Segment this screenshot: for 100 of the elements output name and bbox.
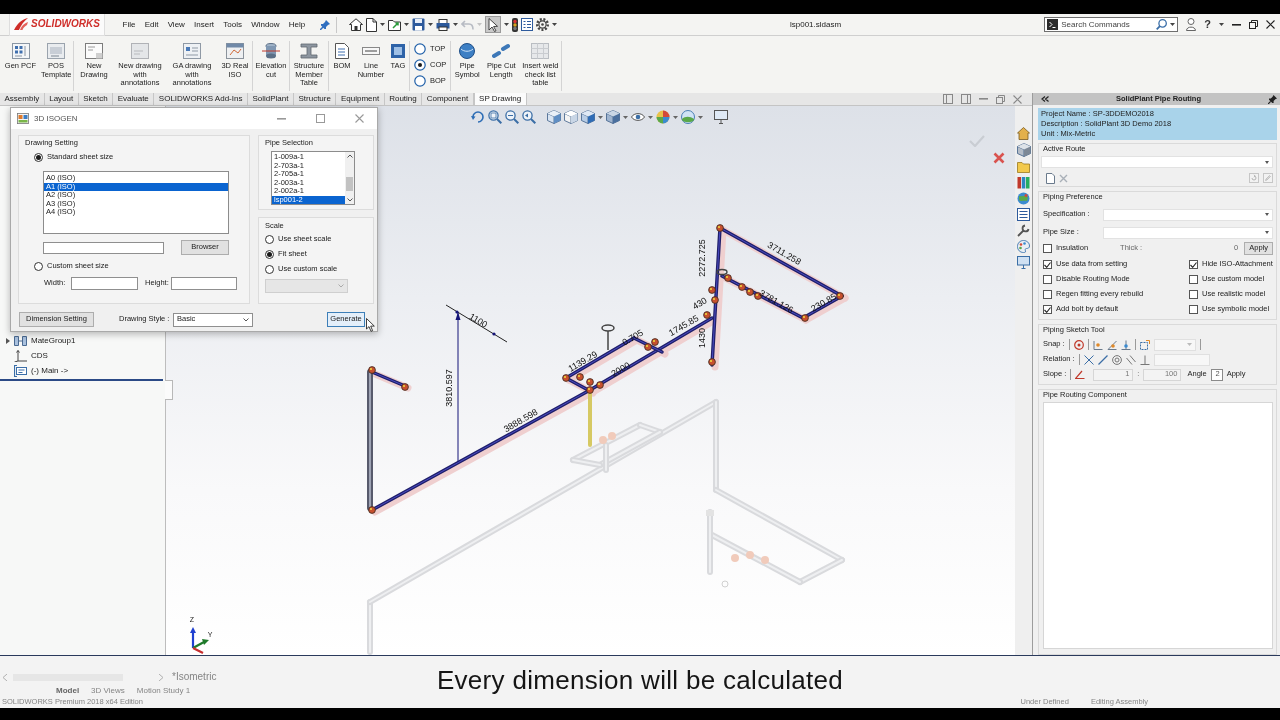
caret-icon[interactable] xyxy=(403,23,409,26)
tile-left-icon[interactable] xyxy=(943,94,953,104)
command-tab[interactable]: Evaluate xyxy=(113,93,155,105)
palette-icon[interactable] xyxy=(1017,240,1030,253)
dimension-label[interactable]: 430 xyxy=(690,295,709,312)
command-tab[interactable]: Component xyxy=(422,93,474,105)
angle-icon[interactable] xyxy=(1075,370,1086,379)
restore-icon[interactable] xyxy=(1249,20,1258,29)
zoom-to-fit-icon[interactable] xyxy=(488,110,502,124)
target-icon[interactable] xyxy=(1073,339,1084,350)
caret-icon[interactable] xyxy=(598,115,603,119)
dimension-label[interactable]: 3810.597 xyxy=(444,369,455,407)
tree-item[interactable]: MateGroup1 xyxy=(0,333,120,348)
scrollbar[interactable] xyxy=(345,152,354,204)
menu-item[interactable]: Window xyxy=(246,19,285,30)
help-button[interactable]: ? xyxy=(1204,18,1211,31)
dimension-label[interactable]: 1430 xyxy=(697,328,708,348)
zoom-area-icon[interactable] xyxy=(505,110,519,124)
checkbox[interactable] xyxy=(1189,305,1198,314)
scroll-up-icon[interactable] xyxy=(346,154,353,158)
concentric-icon[interactable] xyxy=(1111,354,1122,365)
perpendicular-icon[interactable] xyxy=(1139,354,1150,365)
view-orientation-icon[interactable] xyxy=(581,110,595,124)
tree-item[interactable]: CDS xyxy=(0,348,120,363)
bottom-tab[interactable]: Model xyxy=(50,684,86,697)
radio-button[interactable] xyxy=(34,262,43,271)
menu-item[interactable]: Tools xyxy=(218,19,247,30)
user-icon[interactable] xyxy=(1186,18,1197,31)
cancel-icon[interactable] xyxy=(993,152,1005,164)
checkbox[interactable] xyxy=(1189,260,1198,269)
tile-right-icon[interactable] xyxy=(961,94,971,104)
logo-button[interactable]: SOLIDWORKS xyxy=(9,13,105,36)
checkbox[interactable] xyxy=(1189,275,1198,284)
parallel-icon[interactable] xyxy=(1125,354,1136,365)
menu-item[interactable]: Help xyxy=(284,19,310,30)
width-field[interactable] xyxy=(71,277,138,290)
panel-handle[interactable] xyxy=(165,380,173,400)
print-icon[interactable] xyxy=(435,18,450,31)
command-tab[interactable]: SOLIDWORKS Add-Ins xyxy=(154,93,248,105)
caret-icon[interactable] xyxy=(648,115,653,119)
library-icon[interactable] xyxy=(1017,176,1030,189)
bottom-tab[interactable]: Motion Study 1 xyxy=(130,684,197,697)
hide-show-icon[interactable] xyxy=(631,110,645,124)
dimension-label[interactable]: 2272.725 xyxy=(697,239,708,277)
monitor-icon[interactable] xyxy=(1017,256,1030,269)
check-icon[interactable] xyxy=(969,135,985,147)
dimension-label[interactable]: 2000 xyxy=(609,360,632,379)
search-field[interactable]: Search Commands xyxy=(1044,17,1179,32)
checkbox[interactable] xyxy=(1043,244,1052,253)
checkbox[interactable] xyxy=(1043,290,1052,299)
section-view-icon[interactable] xyxy=(547,110,561,124)
caret-icon[interactable] xyxy=(698,115,703,119)
monitor-icon[interactable] xyxy=(714,110,728,124)
caret-icon[interactable] xyxy=(427,23,433,26)
radio-button[interactable] xyxy=(265,250,274,259)
dimension-label[interactable]: 1100 xyxy=(467,311,490,330)
pin-icon[interactable] xyxy=(319,19,330,30)
checkbox[interactable] xyxy=(1043,260,1052,269)
menu-item[interactable]: File xyxy=(118,19,141,30)
caret-icon[interactable] xyxy=(452,23,458,26)
command-tab[interactable]: Routing xyxy=(384,93,423,105)
rotate-view-icon[interactable] xyxy=(471,110,485,124)
scroll-thumb[interactable] xyxy=(346,177,353,191)
command-tab[interactable]: Structure xyxy=(293,93,337,105)
command-tab[interactable]: Layout xyxy=(44,93,79,105)
radio-button[interactable] xyxy=(265,265,274,274)
endpoint-icon[interactable] xyxy=(1092,339,1103,350)
new-document-icon[interactable] xyxy=(365,17,377,32)
minimize-icon[interactable] xyxy=(1232,23,1241,26)
save-icon[interactable] xyxy=(411,18,425,31)
command-tab[interactable]: SP Drawing xyxy=(473,93,527,105)
command-tab[interactable]: SolidPlant xyxy=(247,93,294,105)
globe-icon[interactable] xyxy=(1017,192,1030,205)
home-icon[interactable] xyxy=(348,18,363,31)
checkbox[interactable] xyxy=(1043,305,1052,314)
command-tab[interactable]: Assembly xyxy=(0,93,45,105)
annotation-view-icon[interactable] xyxy=(564,110,578,124)
list-icon[interactable] xyxy=(1017,208,1030,221)
line-icon[interactable] xyxy=(1097,354,1108,365)
traffic-light-icon[interactable] xyxy=(511,17,518,32)
close-icon[interactable] xyxy=(1266,20,1275,29)
list-icon[interactable] xyxy=(520,18,533,31)
settings-icon[interactable] xyxy=(535,18,549,31)
maximize-icon[interactable] xyxy=(316,114,325,123)
scene-icon[interactable] xyxy=(681,110,695,124)
endpoint-icon[interactable] xyxy=(1106,339,1117,350)
appearance-icon[interactable] xyxy=(656,110,670,124)
radio-button[interactable] xyxy=(265,235,274,244)
checkbox[interactable] xyxy=(1043,275,1052,284)
pin-icon[interactable] xyxy=(1268,94,1277,104)
expand-arrow-icon[interactable] xyxy=(6,337,10,344)
display-style-icon[interactable] xyxy=(606,110,620,124)
previous-view-icon[interactable] xyxy=(522,110,536,124)
caret-icon[interactable] xyxy=(379,23,385,26)
bottom-tab[interactable]: 3D Views xyxy=(85,684,131,697)
caret-icon[interactable] xyxy=(623,115,628,119)
command-tab[interactable]: Sketch xyxy=(78,93,114,105)
caret-icon[interactable] xyxy=(1219,23,1224,26)
frame-icon[interactable] xyxy=(1139,339,1150,350)
endpoint-icon[interactable] xyxy=(1120,339,1131,350)
